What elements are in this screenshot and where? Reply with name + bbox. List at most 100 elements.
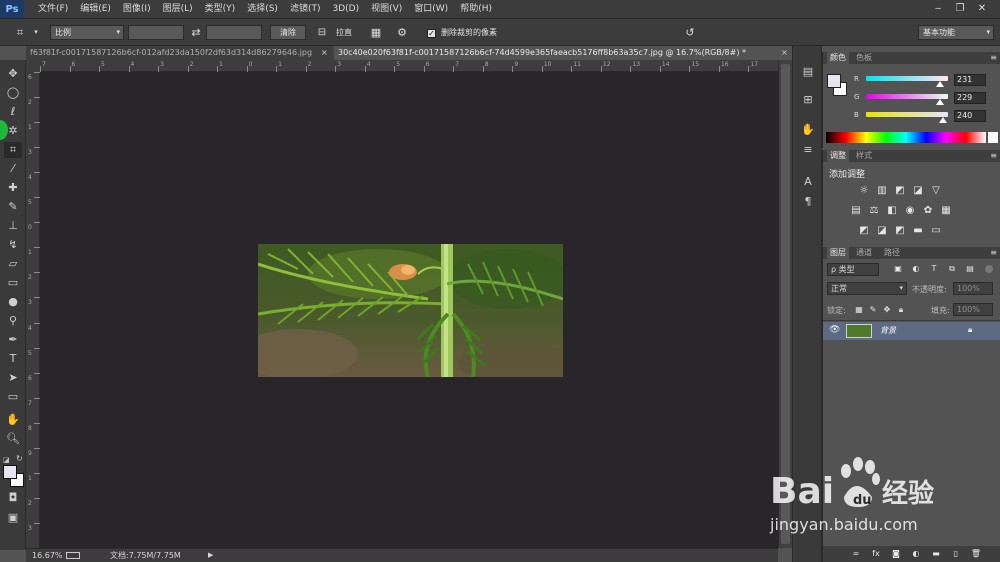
- properties-panel-icon[interactable]: ⊞: [799, 92, 817, 108]
- tab-swatches[interactable]: 色板: [853, 52, 875, 64]
- blur-tool-icon[interactable]: ●: [4, 294, 22, 310]
- opacity-field[interactable]: 100%: [953, 282, 993, 295]
- workspace-select[interactable]: 基本功能 ▾: [918, 25, 994, 40]
- brightness-icon[interactable]: ☼: [857, 185, 871, 197]
- reset-icon[interactable]: ↺: [682, 24, 698, 41]
- hand-tool-icon[interactable]: ✋: [4, 412, 22, 428]
- dodge-tool-icon[interactable]: ⚲: [4, 313, 22, 329]
- filter-adjust-icon[interactable]: ◐: [909, 263, 923, 275]
- crop-tool-icon[interactable]: ⌗: [4, 142, 22, 158]
- foreground-color-swatch[interactable]: [3, 465, 17, 479]
- history-brush-tool-icon[interactable]: ↯: [4, 237, 22, 253]
- white-chip[interactable]: [988, 132, 998, 143]
- foreground-color-chip[interactable]: [827, 74, 841, 88]
- blue-value[interactable]: 240: [954, 110, 986, 122]
- brush-presets-icon[interactable]: ≡: [799, 142, 817, 158]
- vibrance-icon[interactable]: ▽: [929, 185, 943, 197]
- rectangle-tool-icon[interactable]: ▭: [4, 389, 22, 405]
- tab-styles[interactable]: 样式: [853, 150, 875, 162]
- channel-mixer-icon[interactable]: ✿: [921, 205, 935, 217]
- swap-colors-icon[interactable]: ↻: [16, 454, 23, 463]
- type-tool-icon[interactable]: T: [4, 351, 22, 367]
- swap-icon[interactable]: ⇄: [188, 24, 204, 41]
- color-lookup-icon[interactable]: ▦: [939, 205, 953, 217]
- ratio-width-field[interactable]: [128, 25, 184, 40]
- eye-icon[interactable]: 👁︎: [829, 325, 840, 335]
- crop-tool-icon[interactable]: ⌗: [12, 24, 28, 41]
- lasso-tool-icon[interactable]: ℓ: [4, 104, 22, 120]
- layer-filter-select[interactable]: ρ 类型: [827, 263, 879, 276]
- trash-icon[interactable]: 🗑︎: [969, 548, 983, 560]
- menu-edit[interactable]: 编辑(E): [74, 0, 117, 18]
- eraser-tool-icon[interactable]: ▱: [4, 256, 22, 272]
- lock-all-icon[interactable]: 🔒︎: [894, 304, 908, 316]
- menu-select[interactable]: 选择(S): [241, 0, 284, 18]
- color-balance-icon[interactable]: ⚖: [867, 205, 881, 217]
- blue-slider[interactable]: [866, 112, 948, 117]
- link-layers-icon[interactable]: ∞: [849, 548, 863, 560]
- menu-layer[interactable]: 图层(L): [157, 0, 199, 18]
- overlay-grid-icon[interactable]: ▦: [368, 24, 384, 41]
- clear-button[interactable]: 清除: [270, 25, 306, 40]
- filter-shape-icon[interactable]: ⧉: [945, 263, 959, 275]
- menu-view[interactable]: 视图(V): [365, 0, 408, 18]
- stamp-tool-icon[interactable]: ⊥: [4, 218, 22, 234]
- paragraph-panel-icon[interactable]: ¶: [799, 194, 817, 210]
- curves-icon[interactable]: ◩: [893, 185, 907, 197]
- fx-icon[interactable]: fx: [869, 548, 883, 560]
- menu-type[interactable]: 类型(Y): [199, 0, 242, 18]
- tab-channels[interactable]: 通道: [853, 247, 875, 259]
- layer-name[interactable]: 背景: [880, 325, 896, 336]
- tab-paths[interactable]: 路径: [881, 247, 903, 259]
- new-layer-icon[interactable]: ▯: [949, 548, 963, 560]
- hue-saturation-icon[interactable]: ▤: [849, 205, 863, 217]
- black-white-icon[interactable]: ◧: [885, 205, 899, 217]
- path-selection-tool-icon[interactable]: ➤: [4, 370, 22, 386]
- delete-cropped-checkbox[interactable]: ✓: [427, 29, 436, 38]
- healing-brush-tool-icon[interactable]: ✚: [4, 180, 22, 196]
- restore-button[interactable]: ❐: [952, 2, 968, 16]
- zoom-level[interactable]: 16.67%: [32, 549, 63, 562]
- invert-icon[interactable]: ◩: [857, 225, 871, 237]
- straighten-label[interactable]: 拉直: [336, 25, 352, 40]
- document-image[interactable]: [258, 244, 563, 377]
- green-value[interactable]: 229: [954, 92, 986, 104]
- color-spectrum-bar[interactable]: [826, 132, 986, 143]
- pen-tool-icon[interactable]: ✒: [4, 332, 22, 348]
- menu-window[interactable]: 窗口(W): [408, 0, 454, 18]
- tab-document-2[interactable]: 30c40e020f63f81f-c00171587126b6cf-74d459…: [334, 46, 796, 60]
- photo-filter-icon[interactable]: ◉: [903, 205, 917, 217]
- tab-color[interactable]: 颜色: [827, 52, 849, 64]
- tab-layers[interactable]: 图层: [827, 247, 849, 259]
- filter-pixel-icon[interactable]: ▣: [891, 263, 905, 275]
- settings-gear-icon[interactable]: ⚙: [394, 24, 410, 41]
- history-panel-icon[interactable]: ▤: [799, 64, 817, 80]
- filter-type-icon[interactable]: T: [927, 263, 941, 275]
- add-mask-icon[interactable]: ◙: [889, 548, 903, 560]
- zoom-tool-icon[interactable]: 🔍︎: [4, 431, 22, 447]
- green-slider-thumb[interactable]: [935, 99, 944, 105]
- default-colors-icon[interactable]: ◪: [3, 456, 10, 464]
- minimize-button[interactable]: ‒: [930, 2, 946, 16]
- menu-filter[interactable]: 滤镜(T): [284, 0, 327, 18]
- tool-presets-icon[interactable]: ✋: [799, 122, 817, 138]
- filter-toggle[interactable]: [985, 265, 993, 273]
- marquee-tool-icon[interactable]: ◯: [4, 85, 22, 101]
- menu-image[interactable]: 图像(I): [117, 0, 157, 18]
- tab-adjustments[interactable]: 调整: [827, 150, 849, 162]
- tool-preset-chevron-icon[interactable]: ▾: [28, 24, 44, 41]
- close-window-button[interactable]: ✕: [974, 2, 990, 16]
- ratio-select[interactable]: 比例 ▾: [50, 25, 124, 40]
- character-panel-icon[interactable]: A: [799, 174, 817, 190]
- menu-3d[interactable]: 3D(D): [326, 0, 365, 18]
- menu-help[interactable]: 帮助(H): [454, 0, 498, 18]
- panel-menu-icon[interactable]: ≡: [990, 52, 997, 64]
- new-group-icon[interactable]: ▬: [929, 548, 943, 560]
- fill-field[interactable]: 100%: [953, 303, 993, 316]
- selective-color-icon[interactable]: ▭: [929, 225, 943, 237]
- gradient-tool-icon[interactable]: ▭: [4, 275, 22, 291]
- close-tab-icon[interactable]: ×: [321, 46, 328, 60]
- brush-tool-icon[interactable]: ✎: [4, 199, 22, 215]
- lock-position-icon[interactable]: ✥: [880, 304, 894, 316]
- ratio-height-field[interactable]: [206, 25, 262, 40]
